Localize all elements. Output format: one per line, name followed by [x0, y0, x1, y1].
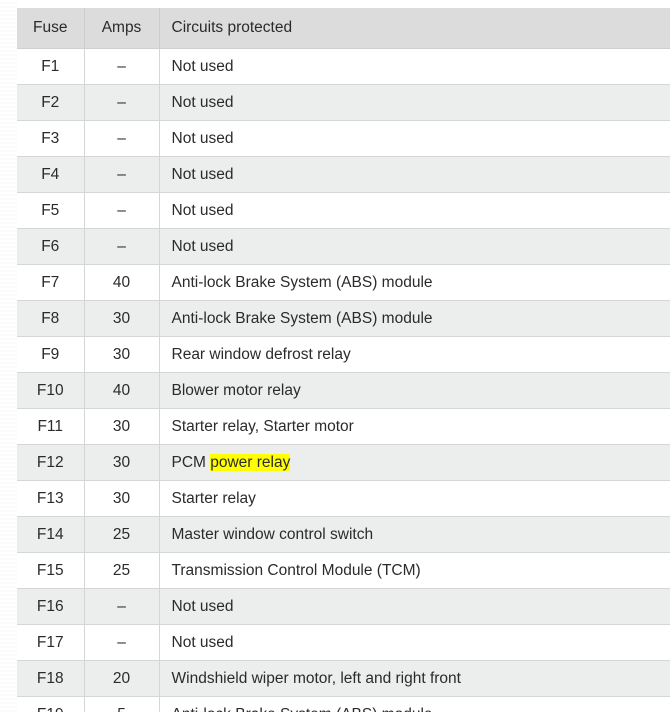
- cell-amps: 5: [84, 696, 160, 712]
- cell-fuse: F10: [17, 372, 85, 409]
- cell-amps: –: [84, 84, 160, 121]
- cell-circuits-protected: Not used: [159, 48, 670, 85]
- cell-fuse: F9: [17, 336, 85, 373]
- cell-fuse: F11: [17, 408, 85, 445]
- table-body: F1– Not used F2– Not used F3– Not used F4– Not …: [17, 48, 670, 712]
- table-row: F195Anti-lock Brake System (ABS) module: [17, 696, 670, 712]
- table-header: Fuse Amps Circuits protected: [17, 8, 670, 49]
- cell-amps: 30: [84, 480, 160, 517]
- cell-amps: 30: [84, 444, 160, 481]
- cell-circuits-protected: Not used: [159, 120, 670, 157]
- cell-amps: –: [84, 228, 160, 265]
- left-margin-texture: [0, 0, 17, 712]
- column-header-fuse: Fuse: [17, 8, 85, 49]
- cell-amps: 30: [84, 300, 160, 337]
- table-row: F13 30 Starter relay: [17, 480, 670, 517]
- table-header-row: Fuse Amps Circuits protected: [17, 8, 670, 49]
- cell-text-plain: PCM: [171, 453, 211, 471]
- cell-circuits-protected: Not used: [159, 624, 670, 661]
- cell-circuits-protected: Anti-lock Brake System (ABS) module: [159, 264, 670, 301]
- cell-amps: –: [84, 192, 160, 229]
- cell-fuse: F8: [17, 300, 85, 337]
- cell-circuits-protected: Transmission Control Module (TCM): [159, 552, 670, 589]
- table-row: F8 30 Anti-lock Brake System (ABS) module: [17, 300, 670, 337]
- cell-amps: 20: [84, 660, 160, 697]
- table-row: F10 40 Blower motor relay: [17, 372, 670, 409]
- highlighted-text: power relay: [210, 453, 291, 471]
- column-header-circuits-protected: Circuits protected: [159, 8, 670, 49]
- cell-fuse: F4: [17, 156, 85, 193]
- cell-fuse: F18: [17, 660, 85, 697]
- table-row: F17– Not used: [17, 624, 670, 661]
- cell-amps: –: [84, 120, 160, 157]
- cell-fuse: F13: [17, 480, 85, 517]
- cell-amps: 25: [84, 552, 160, 589]
- cell-amps: –: [84, 624, 160, 661]
- cell-fuse: F6: [17, 228, 85, 265]
- cell-fuse: F3: [17, 120, 85, 157]
- cell-circuits-protected: Blower motor relay: [159, 372, 670, 409]
- cell-fuse: F5: [17, 192, 85, 229]
- cell-amps: –: [84, 156, 160, 193]
- cell-fuse: F7: [17, 264, 85, 301]
- cell-circuits-protected: PCM power relay: [159, 444, 670, 481]
- cell-amps: 30: [84, 336, 160, 373]
- fuse-box-table: Fuse Amps Circuits protected F1– Not used…: [17, 8, 670, 712]
- cell-fuse: F12: [17, 444, 85, 481]
- table-row: F11 30 Starter relay, Starter motor: [17, 408, 670, 445]
- table-row: F5– Not used: [17, 192, 670, 229]
- table-row: F15 25 Transmission Control Module (TCM): [17, 552, 670, 589]
- cell-circuits-protected: Not used: [159, 156, 670, 193]
- fuse-table-container: Fuse Amps Circuits protected F1– Not used…: [17, 8, 670, 712]
- table-row: F6– Not used: [17, 228, 670, 265]
- cell-amps: 30: [84, 408, 160, 445]
- cell-circuits-protected: Anti-lock Brake System (ABS) module: [159, 300, 670, 337]
- cell-fuse: F14: [17, 516, 85, 553]
- cell-fuse: F19: [17, 696, 85, 712]
- cell-circuits-protected: Rear window defrost relay: [159, 336, 670, 373]
- cell-fuse: F15: [17, 552, 85, 589]
- cell-circuits-protected: Starter relay, Starter motor: [159, 408, 670, 445]
- cell-circuits-protected: Windshield wiper motor, left and right f…: [159, 660, 670, 697]
- table-row: F18 20 Windshield wiper motor, left and ri…: [17, 660, 670, 697]
- cell-fuse: F16: [17, 588, 85, 625]
- cell-amps: 25: [84, 516, 160, 553]
- table-row: F12 30 PCM power relay: [17, 444, 670, 481]
- cell-circuits-protected: Anti-lock Brake System (ABS) module: [159, 696, 670, 712]
- cell-circuits-protected: Not used: [159, 84, 670, 121]
- table-row: F3– Not used: [17, 120, 670, 157]
- column-header-amps: Amps: [84, 8, 160, 49]
- cell-circuits-protected: Master window control switch: [159, 516, 670, 553]
- cell-fuse: F1: [17, 48, 85, 85]
- table-row: F2– Not used: [17, 84, 670, 121]
- cell-amps: 40: [84, 372, 160, 409]
- cell-amps: –: [84, 48, 160, 85]
- cell-fuse: F2: [17, 84, 85, 121]
- table-row: F9 30 Rear window defrost relay: [17, 336, 670, 373]
- cell-circuits-protected: Starter relay: [159, 480, 670, 517]
- table-row: F1– Not used: [17, 48, 670, 85]
- table-row: F16– Not used: [17, 588, 670, 625]
- table-row: F4– Not used: [17, 156, 670, 193]
- cell-circuits-protected: Not used: [159, 228, 670, 265]
- table-row: F7 40 Anti-lock Brake System (ABS) module: [17, 264, 670, 301]
- page-canvas: Fuse Amps Circuits protected F1– Not used…: [0, 0, 670, 712]
- table-row: F14 25 Master window control switch: [17, 516, 670, 553]
- cell-fuse: F17: [17, 624, 85, 661]
- cell-circuits-protected: Not used: [159, 588, 670, 625]
- cell-circuits-protected: Not used: [159, 192, 670, 229]
- cell-amps: –: [84, 588, 160, 625]
- cell-amps: 40: [84, 264, 160, 301]
